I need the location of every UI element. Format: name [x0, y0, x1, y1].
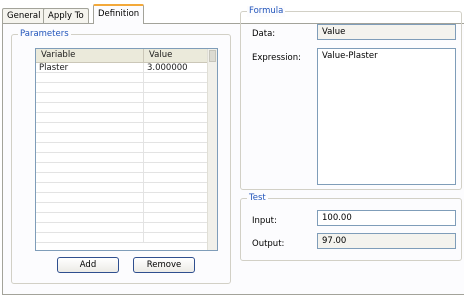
- table-row[interactable]: [36, 73, 217, 83]
- grid-scrollbar[interactable]: [207, 49, 217, 250]
- table-row[interactable]: [36, 163, 217, 173]
- input-label: Input:: [252, 216, 277, 226]
- parameters-legend: Parameters: [18, 29, 71, 40]
- parameters-grid[interactable]: Variable Value Plaster 3.000000: [35, 48, 218, 251]
- cell-variable[interactable]: [36, 73, 144, 83]
- cell-variable[interactable]: [36, 133, 144, 143]
- input-field[interactable]: 100.00: [317, 210, 456, 226]
- tab-definition[interactable]: Definition: [93, 4, 145, 24]
- cell-variable[interactable]: [36, 163, 144, 173]
- table-row[interactable]: Plaster 3.000000: [36, 63, 217, 73]
- remove-button[interactable]: Remove: [133, 257, 195, 273]
- cell-variable[interactable]: [36, 93, 144, 103]
- tab-general[interactable]: General: [2, 8, 46, 23]
- expression-label: Expression:: [252, 53, 302, 63]
- cell-variable[interactable]: [36, 143, 144, 153]
- table-row[interactable]: [36, 153, 217, 163]
- cell-variable[interactable]: [36, 193, 144, 203]
- cell-variable[interactable]: [36, 153, 144, 163]
- table-row[interactable]: [36, 123, 217, 133]
- output-label: Output:: [252, 239, 285, 249]
- add-button[interactable]: Add: [57, 257, 119, 273]
- table-row[interactable]: [36, 203, 217, 213]
- column-header-variable[interactable]: Variable: [36, 49, 144, 63]
- cell-variable[interactable]: [36, 203, 144, 213]
- table-row[interactable]: [36, 103, 217, 113]
- table-row[interactable]: [36, 233, 217, 243]
- table-row[interactable]: [36, 113, 217, 123]
- cell-variable[interactable]: [36, 173, 144, 183]
- table-row[interactable]: [36, 213, 217, 223]
- table-row[interactable]: [36, 83, 217, 93]
- data-label: Data:: [252, 29, 276, 39]
- scrollbar-thumb[interactable]: [209, 50, 216, 62]
- cell-variable[interactable]: Plaster: [36, 63, 144, 73]
- cell-variable[interactable]: [36, 233, 144, 243]
- table-row[interactable]: [36, 223, 217, 233]
- test-legend: Test: [247, 193, 268, 204]
- table-row[interactable]: [36, 183, 217, 193]
- formula-legend: Formula: [247, 6, 286, 17]
- expression-field[interactable]: Value-Plaster: [317, 48, 456, 185]
- test-group: Test: [240, 193, 462, 261]
- cell-variable[interactable]: [36, 223, 144, 233]
- cell-variable[interactable]: [36, 213, 144, 223]
- table-row[interactable]: [36, 143, 217, 153]
- cell-variable[interactable]: [36, 183, 144, 193]
- grid-rows: Plaster 3.000000: [36, 63, 217, 243]
- table-row[interactable]: [36, 133, 217, 143]
- cell-variable[interactable]: [36, 83, 144, 93]
- table-row[interactable]: [36, 193, 217, 203]
- table-row[interactable]: [36, 93, 217, 103]
- table-row[interactable]: [36, 173, 217, 183]
- cell-variable[interactable]: [36, 103, 144, 113]
- tab-apply-to[interactable]: Apply To: [43, 8, 89, 23]
- cell-variable[interactable]: [36, 113, 144, 123]
- grid-header: Variable Value: [36, 49, 217, 63]
- data-field: Value: [317, 24, 456, 40]
- cell-variable[interactable]: [36, 123, 144, 133]
- output-field: 97.00: [317, 233, 456, 249]
